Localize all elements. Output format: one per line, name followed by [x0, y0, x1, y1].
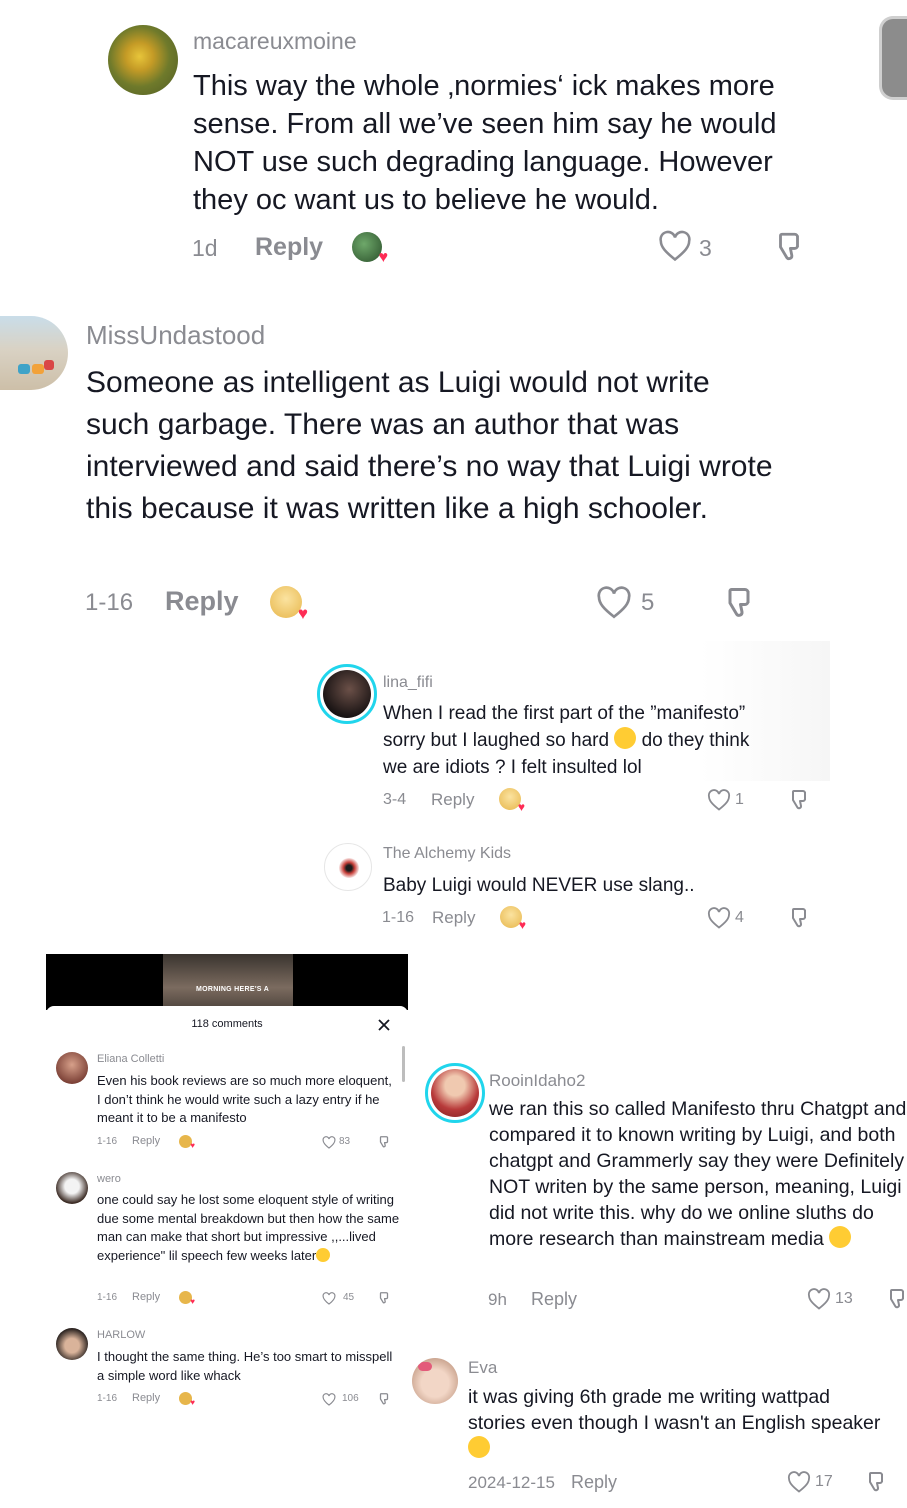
- like-count: 5: [641, 589, 655, 616]
- comment-text: Even his book reviews are so much more e…: [97, 1073, 392, 1125]
- comment-text-line: When I read the first part of the ”manif…: [383, 703, 746, 724]
- comment-date: 2024-12-15: [468, 1473, 555, 1492]
- like-count: 17: [815, 1473, 833, 1490]
- creator-liked-badge: ♥: [179, 1135, 195, 1150]
- video-thumbnail[interactable]: MORNING HERE'S A: [46, 954, 408, 1010]
- creator-liked-badge: ♥: [499, 788, 525, 813]
- reply-button[interactable]: Reply: [255, 233, 323, 262]
- comment-text: This way the whole ‚normies‘ ick makes m…: [193, 70, 777, 216]
- comment-text: Baby Luigi would NEVER use slang..: [383, 875, 695, 896]
- reply-button[interactable]: Reply: [571, 1472, 617, 1493]
- comment-username[interactable]: The Alchemy Kids: [383, 845, 511, 863]
- dislike-icon[interactable]: [864, 1470, 888, 1494]
- heart-outline-icon[interactable]: [807, 1288, 831, 1310]
- comment-username[interactable]: lina_fifi: [383, 674, 433, 692]
- heart-outline-icon[interactable]: [322, 1393, 336, 1406]
- comment-text-line: sorry but I laughed so hard do they thin…: [383, 727, 813, 754]
- reply-button[interactable]: Reply: [132, 1291, 160, 1303]
- dislike-icon[interactable]: [721, 585, 757, 621]
- comment-date: 1-16: [85, 589, 134, 616]
- comment-date: 3-4: [383, 791, 407, 808]
- avatar[interactable]: [323, 670, 371, 718]
- creator-liked-badge: ♥: [352, 232, 388, 266]
- thinking-emoji: [829, 1226, 852, 1248]
- comment-username[interactable]: RooinIdaho2: [489, 1071, 585, 1091]
- dislike-icon[interactable]: [377, 1291, 391, 1305]
- dislike-icon[interactable]: [787, 788, 811, 812]
- comment-text-segment: sorry but I laughed so hard: [383, 730, 610, 751]
- comment-text: When I read the first part of the ”manif…: [383, 700, 813, 781]
- dislike-icon[interactable]: [377, 1392, 391, 1406]
- reply-button[interactable]: Reply: [132, 1135, 160, 1147]
- comment-username[interactable]: Eva: [468, 1358, 497, 1378]
- creator-liked-badge: ♥: [179, 1291, 195, 1306]
- avatar[interactable]: [431, 1069, 479, 1117]
- comment-date: 1-16: [382, 909, 415, 926]
- avatar[interactable]: [56, 1052, 88, 1084]
- scroll-handle[interactable]: [879, 16, 907, 100]
- reply-button[interactable]: Reply: [431, 790, 474, 810]
- heart-outline-icon[interactable]: [707, 907, 731, 929]
- avatar[interactable]: [0, 316, 68, 390]
- comment-date: 9h: [488, 1290, 507, 1309]
- comment-username[interactable]: wero: [97, 1173, 121, 1185]
- comment-username[interactable]: MissUndastood: [86, 320, 265, 351]
- comment-date: 1-16: [97, 1292, 118, 1303]
- like-count: 3: [699, 235, 712, 261]
- comment-date: 1-16: [97, 1136, 118, 1147]
- comment-text: one could say he lost some eloquent styl…: [97, 1191, 403, 1265]
- crying-emoji: [468, 1436, 490, 1458]
- comment-text-line: we are idiots ? I felt insulted lol: [383, 757, 642, 778]
- like-count: 45: [343, 1292, 355, 1303]
- comment-count: 118 comments: [191, 1018, 263, 1030]
- video-caption: MORNING HERE'S A: [196, 986, 270, 993]
- slight-smile-emoji: [316, 1247, 331, 1262]
- heart-outline-icon[interactable]: [658, 230, 692, 262]
- heart-outline-icon[interactable]: [322, 1136, 336, 1149]
- avatar[interactable]: [56, 1172, 88, 1204]
- comment-text: it was giving 6th grade me writing wattp…: [468, 1384, 888, 1462]
- heart-outline-icon[interactable]: [322, 1292, 336, 1305]
- comment-username[interactable]: HARLOW: [97, 1329, 145, 1341]
- panel-scrollbar[interactable]: [402, 1046, 405, 1082]
- avatar[interactable]: [412, 1358, 458, 1404]
- creator-liked-badge: ♥: [270, 586, 308, 622]
- comment-text-segment: it was giving 6th grade me writing wattp…: [468, 1386, 881, 1434]
- laughing-emoji: [614, 727, 637, 749]
- comment-username[interactable]: Eliana Colletti: [97, 1053, 164, 1065]
- comment-date: 1-16: [97, 1393, 118, 1404]
- comment-text: I thought the same thing. He’s too smart…: [97, 1349, 393, 1383]
- comment-date: 1d: [192, 235, 218, 261]
- creator-liked-badge: ♥: [500, 906, 526, 931]
- close-icon[interactable]: [377, 1018, 391, 1032]
- creator-liked-badge: ♥: [179, 1392, 195, 1407]
- like-count: 4: [735, 909, 744, 926]
- comment-text-segment: one could say he lost some eloquent styl…: [97, 1192, 400, 1263]
- comment-username[interactable]: macareuxmoine: [193, 28, 357, 55]
- like-count: 13: [835, 1290, 853, 1307]
- avatar[interactable]: [324, 843, 372, 891]
- like-count: 83: [339, 1136, 351, 1147]
- like-count: 1: [735, 791, 744, 808]
- reply-button[interactable]: Reply: [531, 1289, 577, 1310]
- comment-text-segment: do they think: [641, 730, 750, 751]
- dislike-icon[interactable]: [787, 906, 811, 930]
- comments-panel: 118 comments Eliana Colletti Even his bo…: [46, 1006, 408, 1446]
- like-count: 106: [342, 1393, 359, 1404]
- comment-text: Someone as intelligent as Luigi would no…: [86, 366, 773, 525]
- avatar[interactable]: [56, 1328, 88, 1360]
- dislike-icon[interactable]: [885, 1287, 907, 1311]
- reply-button[interactable]: Reply: [132, 1392, 160, 1404]
- comment-text: we ran this so called Manifesto thru Cha…: [489, 1096, 907, 1252]
- heart-outline-icon[interactable]: [596, 586, 632, 619]
- dislike-icon[interactable]: [772, 230, 806, 264]
- heart-outline-icon[interactable]: [787, 1471, 811, 1493]
- dislike-icon[interactable]: [377, 1135, 391, 1149]
- avatar[interactable]: [108, 25, 178, 95]
- reply-button[interactable]: Reply: [432, 908, 475, 928]
- heart-outline-icon[interactable]: [707, 789, 731, 811]
- reply-button[interactable]: Reply: [165, 586, 239, 617]
